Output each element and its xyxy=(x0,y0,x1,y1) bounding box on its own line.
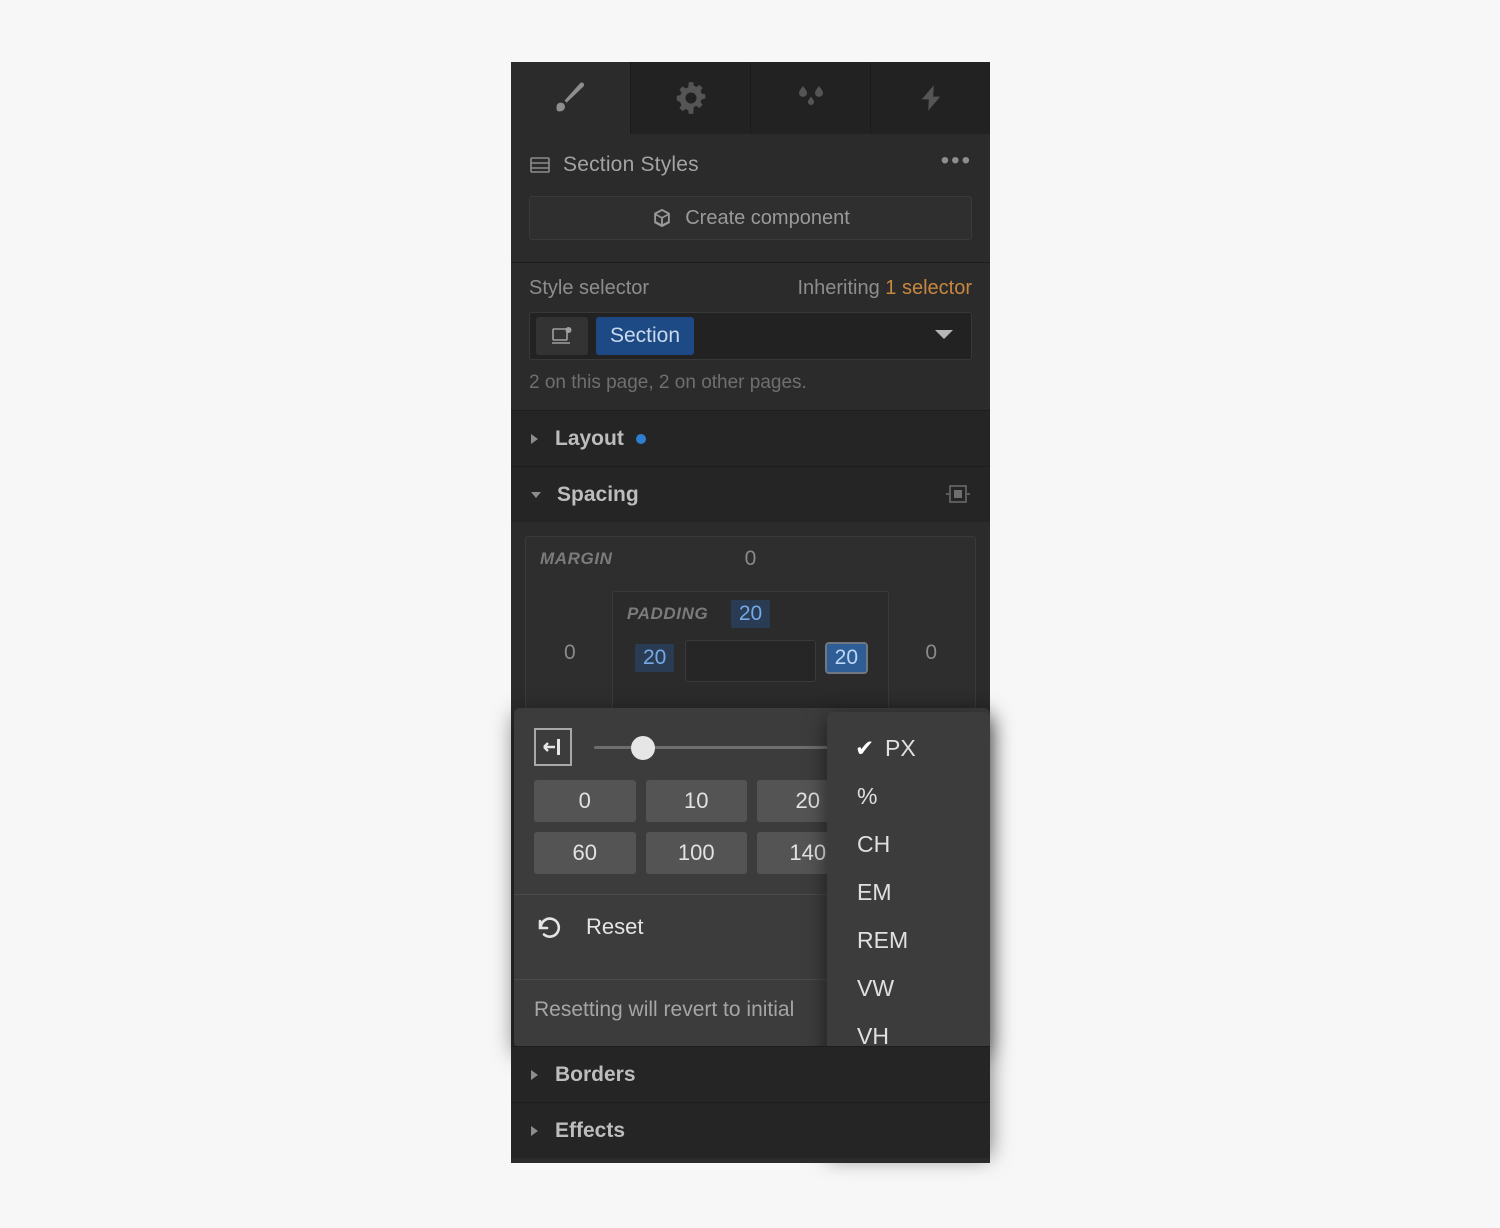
unit-option-vw[interactable]: VW xyxy=(827,964,990,1012)
selector-chip-section[interactable]: Section xyxy=(596,317,695,355)
section-borders-label: Borders xyxy=(555,1062,636,1086)
tab-style[interactable] xyxy=(511,62,631,134)
gear-icon xyxy=(672,79,710,117)
padding-right-slot: 20 xyxy=(824,642,869,674)
tab-interactions[interactable] xyxy=(751,62,871,134)
create-component-label: Create component xyxy=(685,206,850,229)
padding-left-slot: 20 xyxy=(635,644,675,672)
inheriting-label: Inheriting xyxy=(797,277,880,299)
chevron-down-icon[interactable] xyxy=(933,327,955,346)
unit-option-percent[interactable]: % xyxy=(827,772,990,820)
paintbrush-icon xyxy=(549,78,593,118)
padding-left-value[interactable]: 20 xyxy=(635,644,675,672)
margin-top-value[interactable]: 0 xyxy=(526,547,975,571)
unit-option-label: EM xyxy=(857,878,892,905)
cube-icon xyxy=(651,207,673,229)
preset-button[interactable]: 10 xyxy=(645,780,747,822)
reset-label: Reset xyxy=(586,914,644,939)
chevron-down-icon xyxy=(529,489,543,501)
section-icon xyxy=(529,154,551,176)
unit-option-label: PX xyxy=(885,734,916,761)
chevron-right-icon xyxy=(529,1068,541,1082)
unit-option-label: REM xyxy=(857,926,909,953)
create-component-button[interactable]: Create component xyxy=(529,196,972,240)
margin-left-value[interactable]: 0 xyxy=(564,641,576,665)
layout-change-dot xyxy=(635,433,646,444)
water-drops-icon xyxy=(791,80,831,116)
style-selector-field[interactable]: Section xyxy=(529,312,972,360)
bottom-sections: Borders Effects xyxy=(511,1046,990,1163)
unit-option-ch[interactable]: CH xyxy=(827,820,990,868)
chevron-right-icon xyxy=(529,1124,541,1138)
unit-option-label: VW xyxy=(857,974,895,1001)
screen: Section Styles ••• Create component Styl… xyxy=(0,0,1500,1228)
unit-option-label: CH xyxy=(857,830,891,857)
create-component-wrap: Create component xyxy=(511,196,990,262)
preset-button[interactable]: 60 xyxy=(534,832,636,874)
section-borders[interactable]: Borders xyxy=(511,1046,990,1102)
section-spacing-label: Spacing xyxy=(557,482,639,506)
more-options-icon[interactable]: ••• xyxy=(941,149,972,174)
element-state-icon[interactable] xyxy=(536,317,588,355)
style-selector-block: Style selector Inheriting 1 selector Sec… xyxy=(511,263,990,410)
undo-arrow-icon xyxy=(534,913,564,941)
margin-right-value[interactable]: 0 xyxy=(925,641,937,665)
preset-button[interactable]: 0 xyxy=(534,780,636,822)
padding-top-value[interactable]: 20 xyxy=(730,600,771,628)
section-effects[interactable]: Effects xyxy=(511,1102,990,1158)
padding-right-value[interactable]: 20 xyxy=(824,642,869,674)
content-box xyxy=(685,640,816,682)
slider-thumb[interactable] xyxy=(630,736,655,760)
section-effects-label: Effects xyxy=(555,1118,626,1142)
chevron-right-icon xyxy=(529,432,541,446)
section-layout-label: Layout xyxy=(555,426,624,450)
unit-option-label: % xyxy=(857,782,878,809)
style-selector-label: Style selector xyxy=(529,277,650,299)
selector-usage-note: 2 on this page, 2 on other pages. xyxy=(529,372,807,393)
panel-tabbar xyxy=(511,62,990,134)
lightning-bolt-icon xyxy=(914,80,948,116)
style-selector-row: Style selector Inheriting 1 selector xyxy=(529,277,972,300)
tab-effects[interactable] xyxy=(871,62,990,134)
spacing-mode-icon[interactable] xyxy=(944,482,972,508)
tab-settings[interactable] xyxy=(631,62,751,134)
spacing-widget: MARGIN 0 0 0 PADDING 20 20 20 xyxy=(511,522,990,747)
section-spacing[interactable]: Spacing xyxy=(511,466,990,522)
unit-option-rem[interactable]: REM xyxy=(827,916,990,964)
padding-top-slot: 20 xyxy=(613,600,888,628)
unit-option-em[interactable]: EM xyxy=(827,868,990,916)
unit-option-px[interactable]: ✔ PX xyxy=(827,724,990,772)
preset-button[interactable]: 100 xyxy=(645,832,747,874)
section-styles-header: Section Styles ••• xyxy=(511,134,990,196)
section-layout[interactable]: Layout xyxy=(511,410,990,466)
inheriting-count[interactable]: 1 selector xyxy=(885,277,972,299)
page-title: Section Styles xyxy=(563,153,699,176)
align-to-edge-icon[interactable] xyxy=(534,728,572,766)
check-icon: ✔ xyxy=(855,734,875,761)
inheriting-info: Inheriting 1 selector xyxy=(797,277,972,300)
